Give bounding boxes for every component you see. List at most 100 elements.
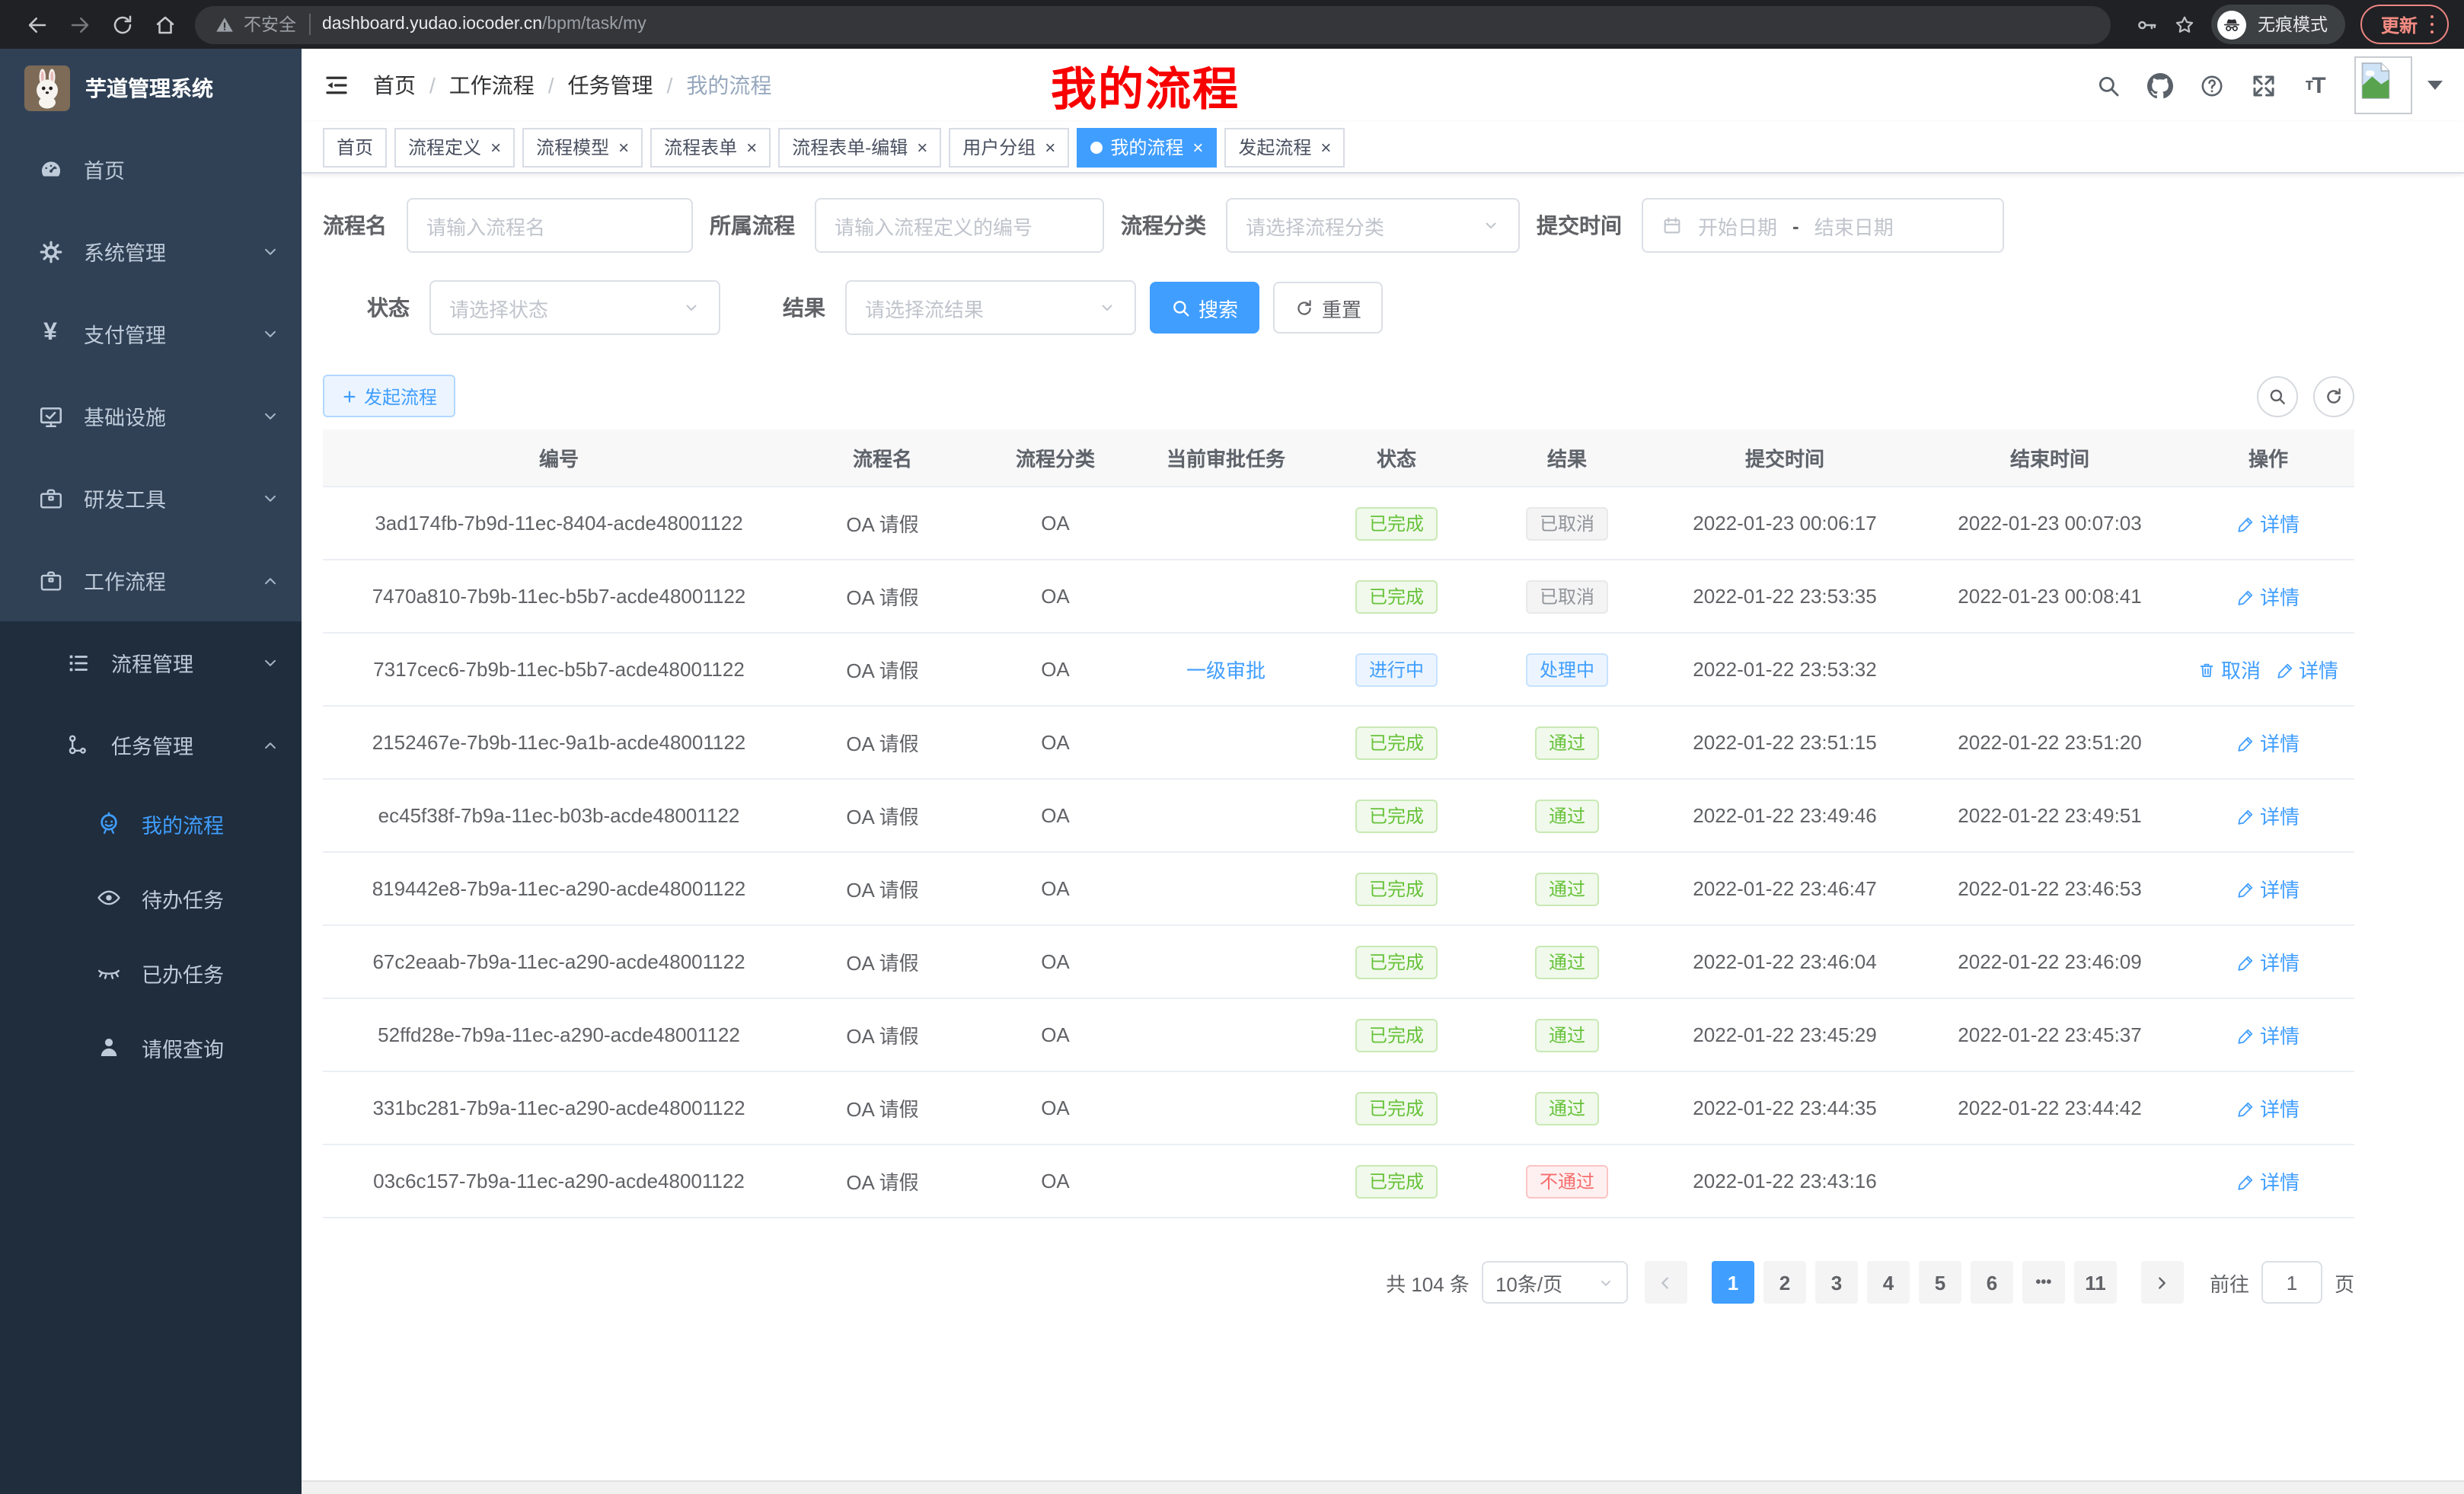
page-button-11[interactable]: 11 <box>2074 1261 2117 1304</box>
process-name-input[interactable]: 请输入流程名 <box>407 198 693 253</box>
detail-action-link[interactable]: 详情 <box>2237 947 2300 976</box>
next-page-button[interactable] <box>2141 1261 2184 1304</box>
reset-button[interactable]: 重置 <box>1273 282 1383 334</box>
hide-search-icon-button[interactable] <box>2257 375 2298 417</box>
bookmark-star-icon[interactable] <box>2174 13 2197 36</box>
detail-action-link[interactable]: 详情 <box>2276 655 2338 684</box>
tab-process-model[interactable]: 流程模型× <box>522 127 643 167</box>
sidebar-item-done-tasks[interactable]: 已办任务 <box>0 935 302 1010</box>
avatar[interactable] <box>2354 56 2412 114</box>
main-area: 首页 / 工作流程 / 任务管理 / 我的流程 我的流程 тT 首页流程定义×流… <box>302 49 2464 1494</box>
page-button-4[interactable]: 4 <box>1867 1261 1910 1304</box>
table-toolbar: 发起流程 <box>323 375 2354 417</box>
process-id: 7317cec6-7b9b-11ec-b5b7-acde48001122 <box>323 658 795 681</box>
avatar-dropdown-icon[interactable] <box>2427 81 2443 90</box>
page-button-5[interactable]: 5 <box>1919 1261 1961 1304</box>
process-id: 331bc281-7b9a-11ec-a290-acde48001122 <box>323 1097 795 1119</box>
security-label[interactable]: 不安全 <box>244 12 296 37</box>
breadcrumb-task-mgmt[interactable]: 任务管理 <box>568 70 653 101</box>
process-name: OA 请假 <box>795 947 970 976</box>
prev-page-button[interactable] <box>1645 1261 1687 1304</box>
status-select[interactable]: 请选择状态 <box>429 280 720 335</box>
tab-process-form-edit[interactable]: 流程表单-编辑× <box>778 127 941 167</box>
cancel-action-link[interactable]: 取消 <box>2198 655 2261 684</box>
process-category-select[interactable]: 请选择流程分类 <box>1226 198 1520 253</box>
browser-home-icon[interactable] <box>143 3 186 46</box>
browser-back-icon[interactable] <box>15 3 58 46</box>
detail-action-link[interactable]: 详情 <box>2237 1093 2300 1122</box>
result-select[interactable]: 请选择流结果 <box>845 280 1136 335</box>
breadcrumb: 首页 / 工作流程 / 任务管理 / 我的流程 <box>373 70 771 101</box>
more-pages-button[interactable]: ••• <box>2022 1261 2065 1304</box>
tab-home[interactable]: 首页 <box>323 127 387 167</box>
close-tab-icon[interactable]: × <box>917 138 927 156</box>
detail-action-link[interactable]: 详情 <box>2237 801 2300 830</box>
gear-icon <box>37 238 64 264</box>
page-button-6[interactable]: 6 <box>1971 1261 2013 1304</box>
page-button-2[interactable]: 2 <box>1763 1261 1806 1304</box>
detail-action-link[interactable]: 详情 <box>2237 1020 2300 1049</box>
sidebar-item-home[interactable]: 首页 <box>0 128 302 210</box>
sidebar-item-payment-mgmt[interactable]: ¥支付管理 <box>0 292 302 375</box>
sidebar-item-todo-tasks[interactable]: 待办任务 <box>0 860 302 935</box>
font-size-icon[interactable]: тT <box>2293 64 2336 107</box>
detail-action-link[interactable]: 详情 <box>2237 728 2300 757</box>
sidebar-fold-icon[interactable] <box>323 72 350 99</box>
browser-forward-icon[interactable] <box>58 3 101 46</box>
address-bar[interactable]: 不安全 dashboard.yudao.iocoder.cn/bpm/task/… <box>195 5 2111 43</box>
detail-action-link[interactable]: 详情 <box>2237 874 2300 903</box>
browser-menu-icon[interactable] <box>2430 15 2434 34</box>
sidebar-item-infrastructure[interactable]: 基础设施 <box>0 375 302 457</box>
sidebar-item-task-mgmt[interactable]: 任务管理 <box>0 704 302 786</box>
submit-time: 2022-01-22 23:44:35 <box>1652 1097 1917 1119</box>
tab-my-process[interactable]: 我的流程× <box>1077 127 1217 167</box>
close-tab-icon[interactable]: × <box>1320 138 1331 156</box>
tab-process-form[interactable]: 流程表单× <box>650 127 771 167</box>
app-logo[interactable]: 芋道管理系统 <box>0 49 302 128</box>
user-icon <box>94 1034 122 1060</box>
detail-action-link[interactable]: 详情 <box>2237 509 2300 538</box>
start-process-button[interactable]: 发起流程 <box>323 375 455 417</box>
help-icon[interactable] <box>2190 64 2233 107</box>
result-badge: 通过 <box>1535 1018 1599 1052</box>
filter-row-1: 流程名 请输入流程名 所属流程 请输入流程定义的编号 流程分类 请选择流程分类 … <box>323 198 2354 253</box>
tab-user-group[interactable]: 用户分组× <box>949 127 1069 167</box>
fullscreen-icon[interactable] <box>2242 64 2284 107</box>
sidebar-item-dev-tools[interactable]: 研发工具 <box>0 457 302 539</box>
detail-action-link[interactable]: 详情 <box>2237 582 2300 611</box>
page-button-1[interactable]: 1 <box>1712 1261 1754 1304</box>
github-icon[interactable] <box>2138 64 2181 107</box>
column-header: 提交时间 <box>1652 443 1917 472</box>
tab-process-definition[interactable]: 流程定义× <box>394 127 515 167</box>
status-badge: 已完成 <box>1355 1091 1438 1125</box>
breadcrumb-workflow[interactable]: 工作流程 <box>449 70 535 101</box>
current-task-link[interactable]: 一级审批 <box>1186 659 1266 682</box>
browser-update-button[interactable]: 更新 <box>2361 5 2449 44</box>
search-button[interactable]: 搜索 <box>1150 282 1259 334</box>
close-tab-icon[interactable]: × <box>490 138 501 156</box>
breadcrumb-home[interactable]: 首页 <box>373 70 416 101</box>
sidebar-item-my-process[interactable]: 我的流程 <box>0 786 302 860</box>
submit-time-range-picker[interactable]: 开始日期 - 结束日期 <box>1642 198 2004 253</box>
goto-page-input[interactable]: 1 <box>2261 1261 2322 1304</box>
sidebar-item-process-mgmt[interactable]: 流程管理 <box>0 621 302 704</box>
horizontal-scrollbar[interactable] <box>302 1480 2464 1494</box>
page-size-select[interactable]: 10条/页 <box>1482 1261 1628 1304</box>
header-search-icon[interactable] <box>2086 64 2129 107</box>
close-tab-icon[interactable]: × <box>746 138 757 156</box>
close-tab-icon[interactable]: × <box>1192 138 1203 156</box>
close-tab-icon[interactable]: × <box>1045 138 1055 156</box>
refresh-table-icon-button[interactable] <box>2313 375 2354 417</box>
status-badge: 已完成 <box>1355 1018 1438 1052</box>
tab-start-process[interactable]: 发起流程× <box>1224 127 1345 167</box>
chevron-down-icon <box>262 654 279 671</box>
close-tab-icon[interactable]: × <box>618 138 629 156</box>
sidebar-item-leave-query[interactable]: 请假查询 <box>0 1010 302 1084</box>
process-definition-input[interactable]: 请输入流程定义的编号 <box>815 198 1104 253</box>
sidebar-item-system-mgmt[interactable]: 系统管理 <box>0 210 302 292</box>
detail-action-link[interactable]: 详情 <box>2237 1167 2300 1196</box>
browser-reload-icon[interactable] <box>101 3 143 46</box>
sidebar-item-workflow[interactable]: 工作流程 <box>0 539 302 621</box>
password-key-icon[interactable] <box>2136 13 2159 36</box>
page-button-3[interactable]: 3 <box>1815 1261 1858 1304</box>
